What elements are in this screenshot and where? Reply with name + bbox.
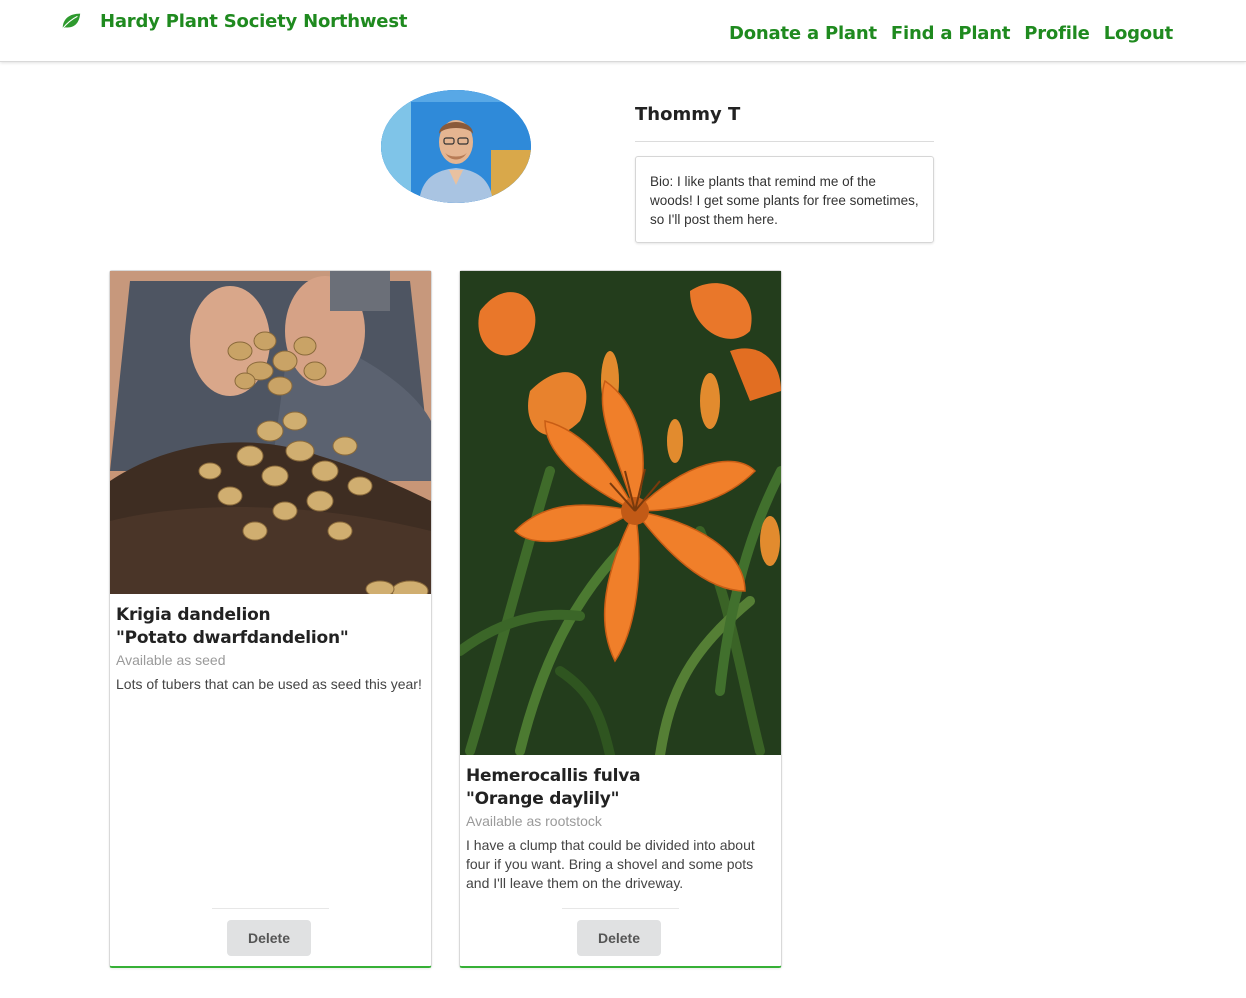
profile-name: Thommy T: [635, 104, 934, 142]
main-nav: Donate a Plant Find a Plant Profile Logo…: [715, 23, 1173, 44]
plant-card: Hemerocallis fulva "Orange daylily" Avai…: [459, 270, 782, 968]
delete-button[interactable]: Delete: [227, 920, 311, 956]
nav-logout[interactable]: Logout: [1104, 23, 1174, 44]
nav-profile[interactable]: Profile: [1024, 23, 1090, 44]
leaf-icon: [62, 13, 81, 29]
divider: [212, 908, 329, 909]
top-navbar: Hardy Plant Society Northwest Donate a P…: [0, 0, 1246, 62]
plant-card-body: Krigia dandelion "Potato dwarfdandelion"…: [116, 604, 426, 694]
plant-title-line2: "Orange daylily": [466, 789, 620, 809]
avatar: [381, 90, 531, 203]
plant-photo-daylily: [460, 271, 781, 755]
plant-availability: Available as seed: [116, 652, 226, 668]
plant-photo-potatoes: [110, 271, 431, 594]
nav-donate-a-plant[interactable]: Donate a Plant: [729, 23, 877, 44]
plant-card-body: Hemerocallis fulva "Orange daylily" Avai…: [466, 765, 776, 893]
brand-name: Hardy Plant Society Northwest: [100, 10, 408, 32]
plant-description: Lots of tubers that can be used as seed …: [116, 676, 422, 692]
nav-find-a-plant[interactable]: Find a Plant: [891, 23, 1011, 44]
delete-button[interactable]: Delete: [577, 920, 661, 956]
plant-title-line1: Hemerocallis fulva: [466, 766, 641, 786]
plant-availability: Available as rootstock: [466, 813, 602, 829]
plant-description: I have a clump that could be divided int…: [466, 837, 755, 891]
plant-card: Krigia dandelion "Potato dwarfdandelion"…: [109, 270, 432, 968]
plant-title-line1: Krigia dandelion: [116, 605, 271, 625]
divider: [562, 908, 679, 909]
plant-title-line2: "Potato dwarfdandelion": [116, 628, 349, 648]
brand[interactable]: Hardy Plant Society Northwest: [60, 10, 407, 32]
profile-bio: Bio: I like plants that remind me of the…: [635, 156, 934, 243]
